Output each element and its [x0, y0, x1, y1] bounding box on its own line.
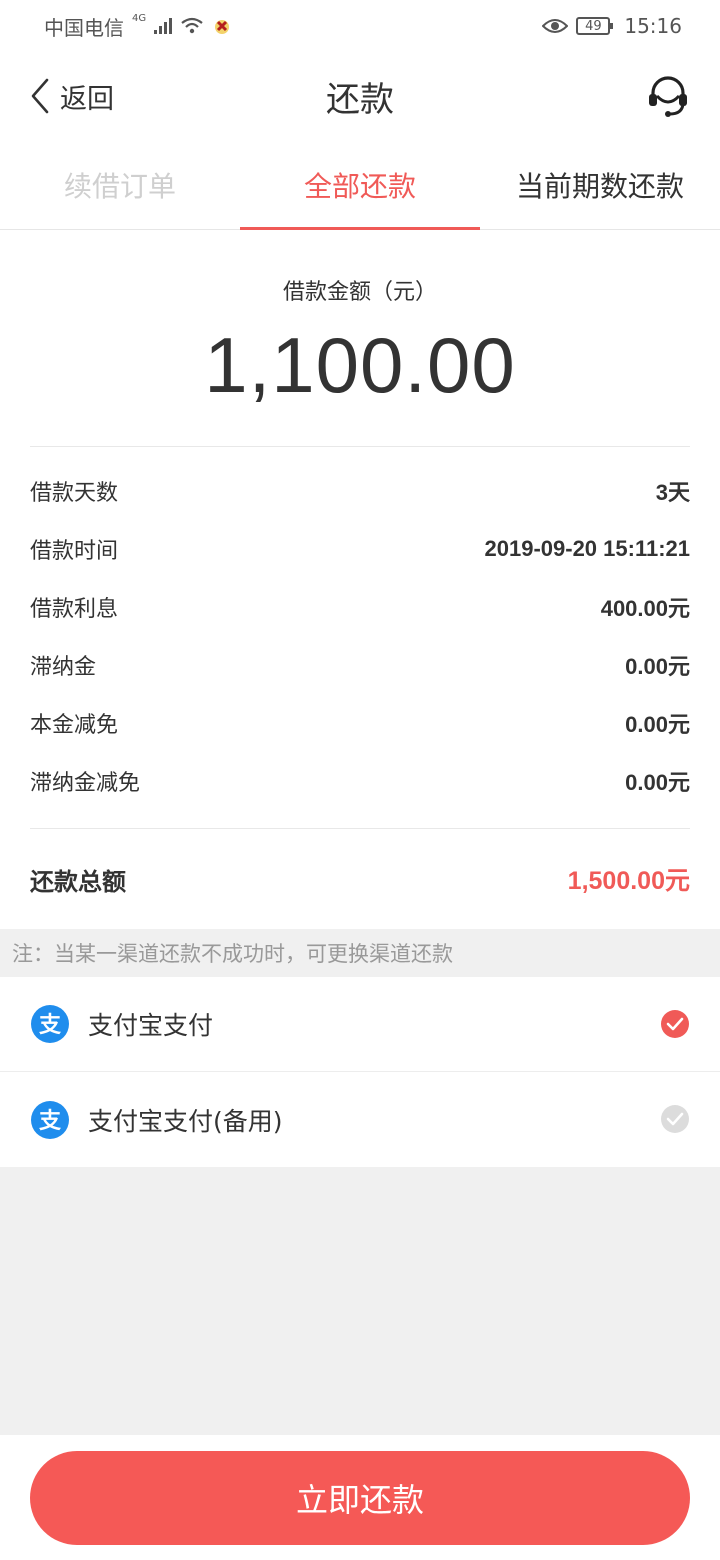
channel-note: 注：当某一渠道还款不成功时，可更换渠道还款: [0, 929, 720, 977]
detail-key: 借款利息: [30, 597, 119, 622]
battery-icon: 49: [576, 17, 614, 35]
detail-key: 借款时间: [30, 539, 119, 564]
detail-row-time: 借款时间 2019-09-20 15:11:21: [30, 520, 690, 578]
detail-value: 0.00元: [625, 770, 690, 795]
battery-level: 49: [585, 18, 602, 34]
loan-amount-label: 借款金额（元）: [282, 280, 437, 305]
detail-row-interest: 借款利息 400.00元: [30, 578, 690, 636]
unchecked-icon[interactable]: [660, 1104, 690, 1134]
detail-value: 3天: [655, 480, 690, 505]
status-bar: 中国电信 4G 49 15:16: [0, 0, 720, 52]
customer-service-icon[interactable]: [644, 72, 692, 120]
detail-key: 借款天数: [30, 481, 119, 506]
checked-icon[interactable]: [660, 1009, 690, 1039]
total-repayment-row: 还款总额 1,500.00元: [0, 829, 720, 929]
detail-key: 滞纳金: [30, 655, 97, 680]
app-notification-icon: [215, 20, 230, 34]
tab-full-repayment[interactable]: 全部还款: [240, 140, 480, 230]
carrier-name: 中国电信: [44, 15, 124, 40]
detail-row-days: 借款天数 3天: [30, 462, 690, 520]
detail-row-principal-waiver: 本金减免 0.00元: [30, 694, 690, 752]
tab-current-period[interactable]: 当前期数还款: [480, 140, 720, 229]
detail-row-late-fee-waiver: 滞纳金减免 0.00元: [30, 752, 690, 810]
detail-key: 滞纳金减免: [30, 771, 141, 796]
eye-comfort-icon: [542, 19, 569, 33]
network-type: 4G: [132, 12, 147, 24]
payment-option-alipay[interactable]: 支 支付宝支付: [0, 977, 720, 1072]
signal-icon: [154, 18, 173, 34]
detail-value: 0.00元: [625, 654, 690, 679]
svg-text:支: 支: [39, 1109, 62, 1134]
alipay-icon: 支: [31, 1100, 69, 1139]
loan-amount-value: 1,100.00: [204, 321, 516, 409]
nav-bar: 返回 还款: [0, 52, 720, 140]
clock: 15:16: [624, 14, 682, 38]
repay-now-button[interactable]: 立即还款: [30, 1451, 690, 1545]
detail-value: 400.00元: [600, 596, 690, 621]
payment-option-label: 支付宝支付: [88, 1011, 214, 1040]
back-label: 返回: [60, 83, 114, 115]
alipay-icon: 支: [31, 1005, 69, 1043]
loan-details: 借款天数 3天 借款时间 2019-09-20 15:11:21 借款利息 40…: [0, 446, 720, 829]
detail-key: 本金减免: [30, 713, 119, 738]
bottom-action-bar: 立即还款: [0, 1435, 720, 1560]
total-label: 还款总额: [30, 867, 126, 896]
loan-amount-section: 借款金额（元） 1,100.00: [0, 230, 720, 446]
page-title: 还款: [326, 79, 394, 120]
payment-option-label: 支付宝支付(备用): [88, 1106, 283, 1136]
chevron-left-icon: [31, 78, 49, 114]
payment-option-alipay-backup[interactable]: 支 支付宝支付(备用): [0, 1072, 720, 1167]
svg-text:支: 支: [39, 1013, 62, 1038]
detail-value: 0.00元: [625, 712, 690, 737]
wifi-icon: [181, 17, 203, 34]
back-button[interactable]: 返回: [30, 52, 114, 140]
repay-tabs: 续借订单 全部还款 当前期数还款: [0, 140, 720, 230]
payment-method-list: 支 支付宝支付 支 支付宝支付(备用): [0, 977, 720, 1167]
tab-renew-order[interactable]: 续借订单: [0, 140, 240, 229]
total-value: 1,500.00元: [567, 867, 690, 895]
detail-row-late-fee: 滞纳金 0.00元: [30, 636, 690, 694]
detail-value: 2019-09-20 15:11:21: [484, 536, 691, 561]
header-area: 中国电信 4G 49 15:16 返回 还款 续借订单 全部还款 当前期数还款: [0, 0, 720, 230]
